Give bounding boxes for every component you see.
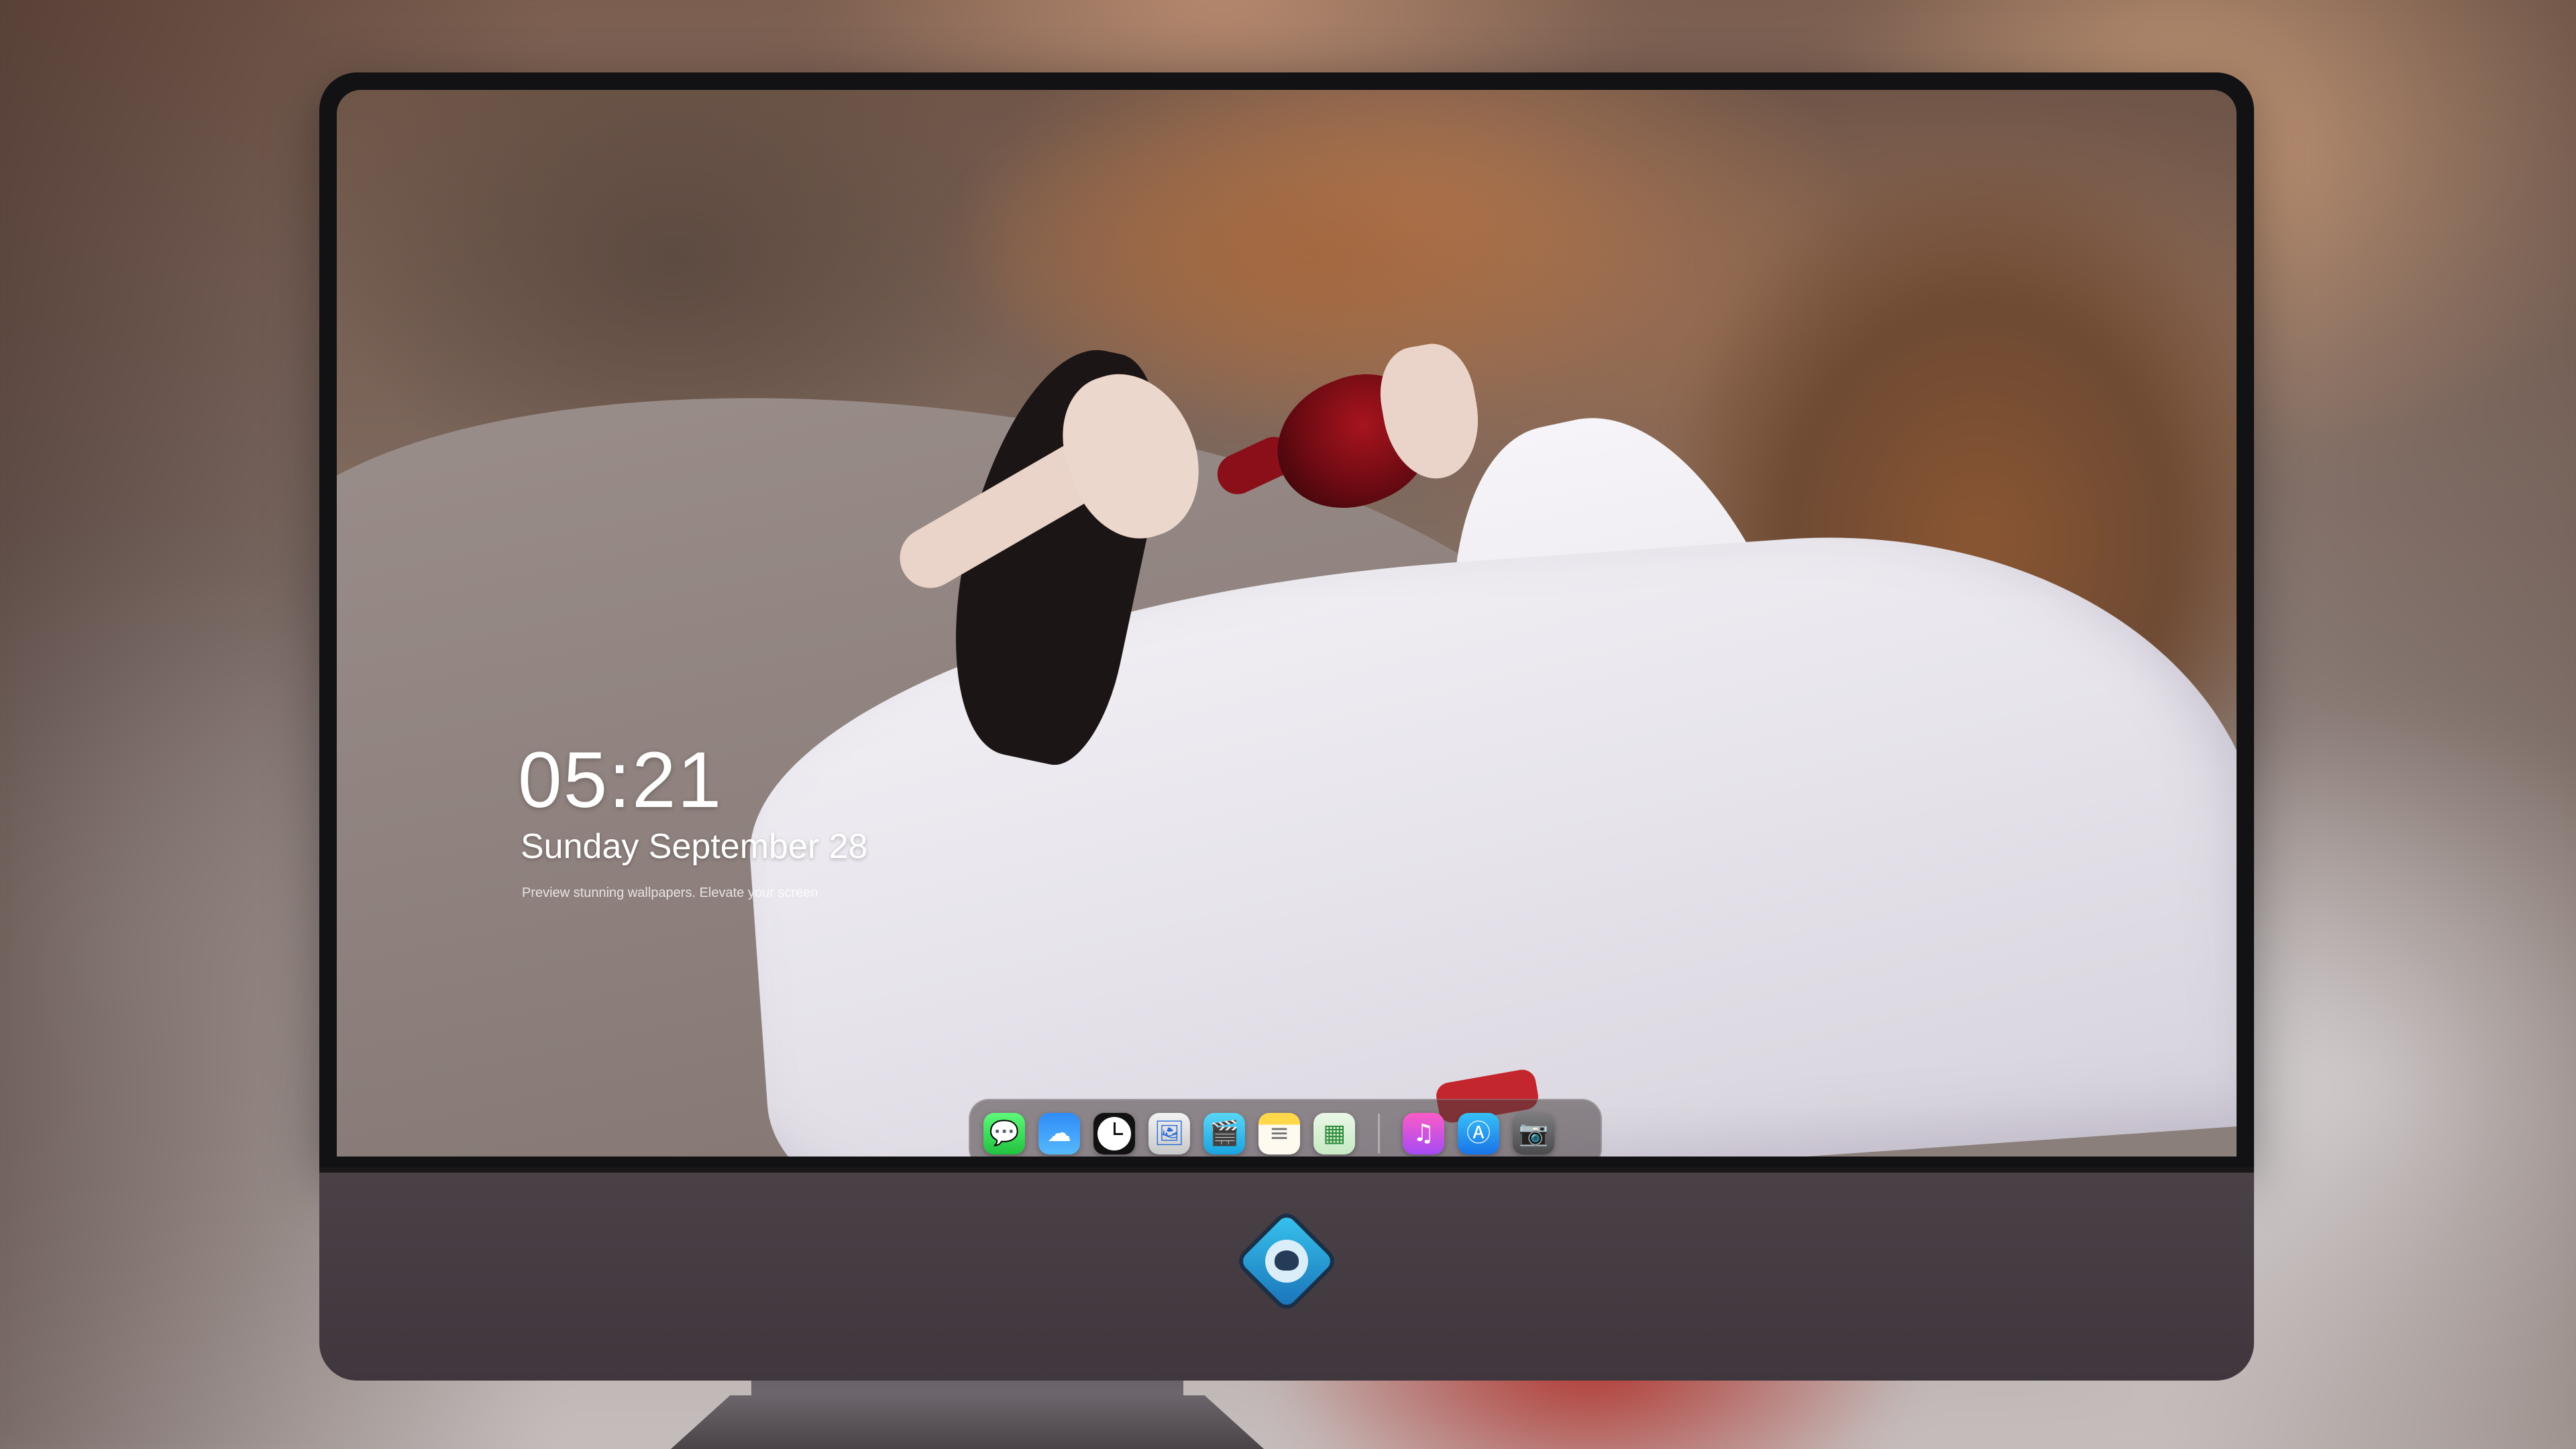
dock-separator	[1378, 1114, 1380, 1154]
monitor: 05:21 Sunday September 28 Preview stunni…	[319, 72, 2254, 1381]
camera-icon[interactable]: 📷	[1513, 1113, 1554, 1155]
monitor-chin	[319, 1167, 2254, 1381]
message-bubble-icon[interactable]: 💬	[983, 1113, 1025, 1155]
dock: 💬 ☁ 🖼 🎬 ≡ ▦ ♫ Ⓐ 📷	[969, 1099, 1602, 1157]
clock-icon[interactable]	[1093, 1113, 1135, 1155]
monitor-stand-base	[671, 1395, 1264, 1449]
lock-tagline: Preview stunning wallpapers. Elevate you…	[522, 885, 818, 900]
mascot-logo-icon	[1239, 1214, 1334, 1309]
stage: 05:21 Sunday September 28 Preview stunni…	[0, 0, 2576, 1449]
app-store-icon[interactable]: Ⓐ	[1458, 1113, 1499, 1155]
lock-date: Sunday September 28	[521, 827, 868, 866]
music-note-icon[interactable]: ♫	[1403, 1113, 1444, 1155]
monitor-bezel: 05:21 Sunday September 28 Preview stunni…	[319, 72, 2254, 1167]
clapperboard-icon[interactable]: 🎬	[1203, 1113, 1245, 1155]
cloud-sun-icon[interactable]: ☁	[1038, 1113, 1080, 1155]
notes-icon[interactable]: ≡	[1258, 1113, 1300, 1155]
preview-icon[interactable]: 🖼	[1148, 1113, 1190, 1155]
screen[interactable]: 05:21 Sunday September 28 Preview stunni…	[337, 90, 2237, 1157]
spreadsheet-icon[interactable]: ▦	[1313, 1113, 1355, 1155]
lock-clock: 05:21	[518, 736, 723, 824]
